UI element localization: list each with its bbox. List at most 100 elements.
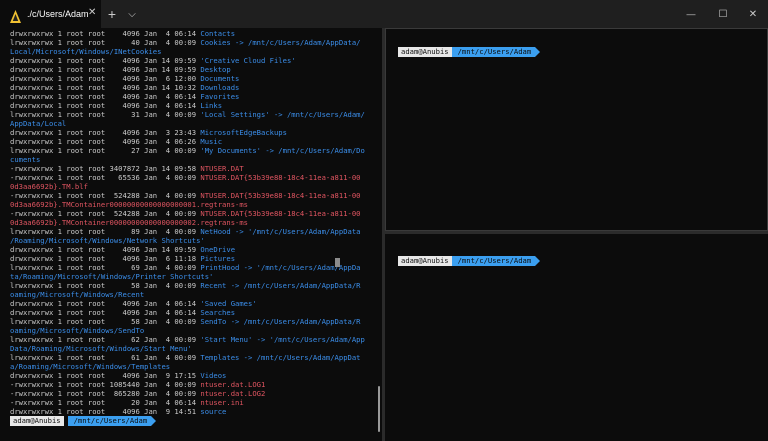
file-meta: -rwxrwxrwx 1 root root 1085440 Jan 4 00:…	[10, 380, 201, 389]
terminal-line: drwxrwxrwx 1 root root 4096 Jan 4 06:14 …	[10, 29, 365, 38]
file-meta: drwxrwxrwx 1 root root 4096 Jan 9 17:15	[10, 371, 201, 380]
new-tab-button[interactable]: +	[104, 0, 120, 28]
file-name: Music	[200, 137, 223, 146]
terminal-line: drwxrwxrwx 1 root root 4096 Jan 9 17:15 …	[10, 371, 365, 380]
minimize-button[interactable]: —	[676, 0, 706, 28]
terminal-line: lrwxrwxrwx 1 root root 27 Jan 4 00:09 'M…	[10, 146, 365, 155]
file-name: Cookies -> /mnt/c/Users/Adam/AppData/	[200, 38, 361, 47]
maximize-icon: ☐	[718, 8, 728, 20]
terminal-pane-right-bottom[interactable]: adam@Anubis/mnt/c/Users/Adam	[385, 234, 768, 441]
terminal-line: lrwxrwxrwx 1 root root 61 Jan 4 00:09 Te…	[10, 353, 365, 362]
file-meta: drwxrwxrwx 1 root root 4096 Jan 3 23:43	[10, 128, 201, 137]
terminal-line: lrwxrwxrwx 1 root root 62 Jan 4 00:09 'S…	[10, 335, 365, 344]
terminal-line: -rwxrwxrwx 1 root root 524288 Jan 4 00:0…	[10, 191, 365, 200]
file-meta: drwxrwxrwx 1 root root 4096 Jan 14 10:32	[10, 83, 201, 92]
file-meta: drwxrwxrwx 1 root root 4096 Jan 4 06:14	[10, 92, 201, 101]
terminal-line: lrwxrwxrwx 1 root root 89 Jan 4 00:09 Ne…	[10, 227, 365, 236]
file-meta: drwxrwxrwx 1 root root 4096 Jan 14 09:59	[10, 245, 201, 254]
file-meta: -rwxrwxrwx 1 root root 3407872 Jan 14 09…	[10, 164, 201, 173]
file-meta: lrwxrwxrwx 1 root root 58 Jan 4 00:09	[10, 281, 201, 290]
tab-close-icon[interactable]: ✕	[88, 8, 96, 18]
close-button[interactable]: ✕	[738, 0, 768, 28]
file-meta: drwxrwxrwx 1 root root 4096 Jan 4 06:14	[10, 29, 201, 38]
minimize-icon: —	[686, 9, 696, 19]
maximize-button[interactable]: ☐	[708, 0, 738, 28]
file-name: ta/Roaming/Microsoft/Windows/Printer Sho…	[10, 272, 214, 281]
terminal-line: drwxrwxrwx 1 root root 4096 Jan 4 06:14 …	[10, 92, 365, 101]
file-meta: lrwxrwxrwx 1 root root 69 Jan 4 00:09	[10, 263, 201, 272]
file-name: SendTo -> /mnt/c/Users/Adam/AppData/R	[200, 317, 361, 326]
terminal-line: drwxrwxrwx 1 root root 4096 Jan 6 11:18 …	[10, 254, 365, 263]
file-meta: lrwxrwxrwx 1 root root 58 Jan 4 00:09	[10, 317, 201, 326]
terminal-output: drwxrwxrwx 1 root root 4096 Jan 4 06:14 …	[10, 29, 365, 426]
tab-dropdown-button[interactable]: ⌵	[124, 0, 140, 28]
file-meta: lrwxrwxrwx 1 root root 40 Jan 4 00:09	[10, 38, 201, 47]
close-icon: ✕	[748, 8, 758, 20]
scrollbar-thumb[interactable]	[378, 386, 380, 432]
terminal-window: ./c/Users/Adam ✕ + ⌵ — ☐ ✕ drwxrwxrwx 1 …	[0, 0, 768, 441]
file-name: 'My Documents' -> /mnt/c/Users/Adam/Do	[200, 146, 365, 155]
file-name: ntuser.ini	[200, 398, 244, 407]
terminal-line: lrwxrwxrwx 1 root root 40 Jan 4 00:09 Co…	[10, 38, 365, 47]
prompt-path: /mnt/c/Users/Adam	[451, 256, 536, 266]
terminal-line: /Roaming/Microsoft/Windows/Network Short…	[10, 236, 365, 245]
file-meta: drwxrwxrwx 1 root root 4096 Jan 4 06:26	[10, 137, 201, 146]
file-name: Data/Roaming/Microsoft/Windows/Start Men…	[10, 344, 192, 353]
file-name: oaming/Microsoft/Windows/SendTo	[10, 326, 145, 335]
terminal-line: drwxrwxrwx 1 root root 4096 Jan 4 06:26 …	[10, 137, 365, 146]
terminal-line: -rwxrwxrwx 1 root root 65536 Jan 4 00:09…	[10, 173, 365, 182]
file-name: Links	[200, 101, 223, 110]
terminal-line: AppData/Local	[10, 119, 365, 128]
shell-prompt: adam@Anubis/mnt/c/Users/Adam	[398, 47, 541, 57]
file-name: ntuser.dat.LOG1	[200, 380, 266, 389]
file-meta: lrwxrwxrwx 1 root root 31 Jan 4 00:09	[10, 110, 201, 119]
file-name: NTUSER.DAT{53b39e88-18c4-11ea-a811-00	[200, 173, 361, 182]
prompt-path: /mnt/c/Users/Adam	[67, 416, 152, 426]
file-meta: -rwxrwxrwx 1 root root 65536 Jan 4 00:09	[10, 173, 201, 182]
file-meta: drwxrwxrwx 1 root root 4096 Jan 6 11:18	[10, 254, 201, 263]
file-name: Documents	[200, 74, 240, 83]
terminal-line: drwxrwxrwx 1 root root 4096 Jan 4 06:14 …	[10, 299, 365, 308]
terminal-line: lrwxrwxrwx 1 root root 69 Jan 4 00:09 Pr…	[10, 263, 365, 272]
prompt-arrow-icon	[151, 416, 157, 426]
terminal-line: oaming/Microsoft/Windows/Recent	[10, 290, 365, 299]
tab-title: ./c/Users/Adam	[27, 9, 89, 19]
file-name: Contacts	[200, 29, 236, 38]
prompt-arrow-icon	[535, 47, 541, 57]
file-meta: drwxrwxrwx 1 root root 4096 Jan 4 06:14	[10, 299, 201, 308]
terminal-line: drwxrwxrwx 1 root root 4096 Jan 14 10:32…	[10, 83, 365, 92]
file-name: Recent -> /mnt/c/Users/Adam/AppData/R	[200, 281, 361, 290]
terminal-line: lrwxrwxrwx 1 root root 58 Jan 4 00:09 Re…	[10, 281, 365, 290]
terminal-line: 0d3aa6692b}.TMContainer00000000000000000…	[10, 200, 365, 209]
file-meta: drwxrwxrwx 1 root root 4096 Jan 6 12:00	[10, 74, 201, 83]
file-name: oaming/Microsoft/Windows/Recent	[10, 290, 145, 299]
terminal-line: oaming/Microsoft/Windows/SendTo	[10, 326, 365, 335]
prompt-arrow-icon	[535, 256, 541, 266]
prompt-user: adam@Anubis	[10, 416, 64, 426]
terminal-line: cuments	[10, 155, 365, 164]
file-meta: -rwxrwxrwx 1 root root 865280 Jan 4 00:0…	[10, 389, 201, 398]
terminal-line: a/Roaming/Microsoft/Windows/Templates	[10, 362, 365, 371]
file-name: AppData/Local	[10, 119, 67, 128]
file-meta: drwxrwxrwx 1 root root 4096 Jan 4 06:14	[10, 308, 201, 317]
file-meta: lrwxrwxrwx 1 root root 62 Jan 4 00:09	[10, 335, 201, 344]
file-name: 'Creative Cloud Files'	[200, 56, 296, 65]
tab-active[interactable]: ./c/Users/Adam ✕	[0, 0, 101, 28]
terminal-line: -rwxrwxrwx 1 root root 3407872 Jan 14 09…	[10, 164, 365, 173]
terminal-line: -rwxrwxrwx 1 root root 1085440 Jan 4 00:…	[10, 380, 365, 389]
prompt-user: adam@Anubis	[398, 256, 452, 266]
file-name: 0d3aa6692b}.TMContainer00000000000000000…	[10, 218, 248, 227]
file-name: /Roaming/Microsoft/Windows/Network Short…	[10, 236, 205, 245]
file-name: source	[200, 407, 227, 416]
terminal-pane-left[interactable]: drwxrwxrwx 1 root root 4096 Jan 4 06:14 …	[0, 28, 382, 441]
terminal-line: drwxrwxrwx 1 root root 4096 Jan 14 09:59…	[10, 245, 365, 254]
file-meta: lrwxrwxrwx 1 root root 61 Jan 4 00:09	[10, 353, 201, 362]
file-meta: -rwxrwxrwx 1 root root 20 Jan 4 06:14	[10, 398, 201, 407]
terminal-pane-right-top[interactable]: adam@Anubis/mnt/c/Users/Adam	[385, 28, 768, 231]
file-meta: drwxrwxrwx 1 root root 4096 Jan 14 09:59	[10, 65, 201, 74]
terminal-line: Data/Roaming/Microsoft/Windows/Start Men…	[10, 344, 365, 353]
terminal-line: Local/Microsoft/Windows/INetCookies	[10, 47, 365, 56]
terminal-line: -rwxrwxrwx 1 root root 865280 Jan 4 00:0…	[10, 389, 365, 398]
terminal-line: drwxrwxrwx 1 root root 4096 Jan 4 06:14 …	[10, 308, 365, 317]
terminal-line: -rwxrwxrwx 1 root root 524288 Jan 4 00:0…	[10, 209, 365, 218]
